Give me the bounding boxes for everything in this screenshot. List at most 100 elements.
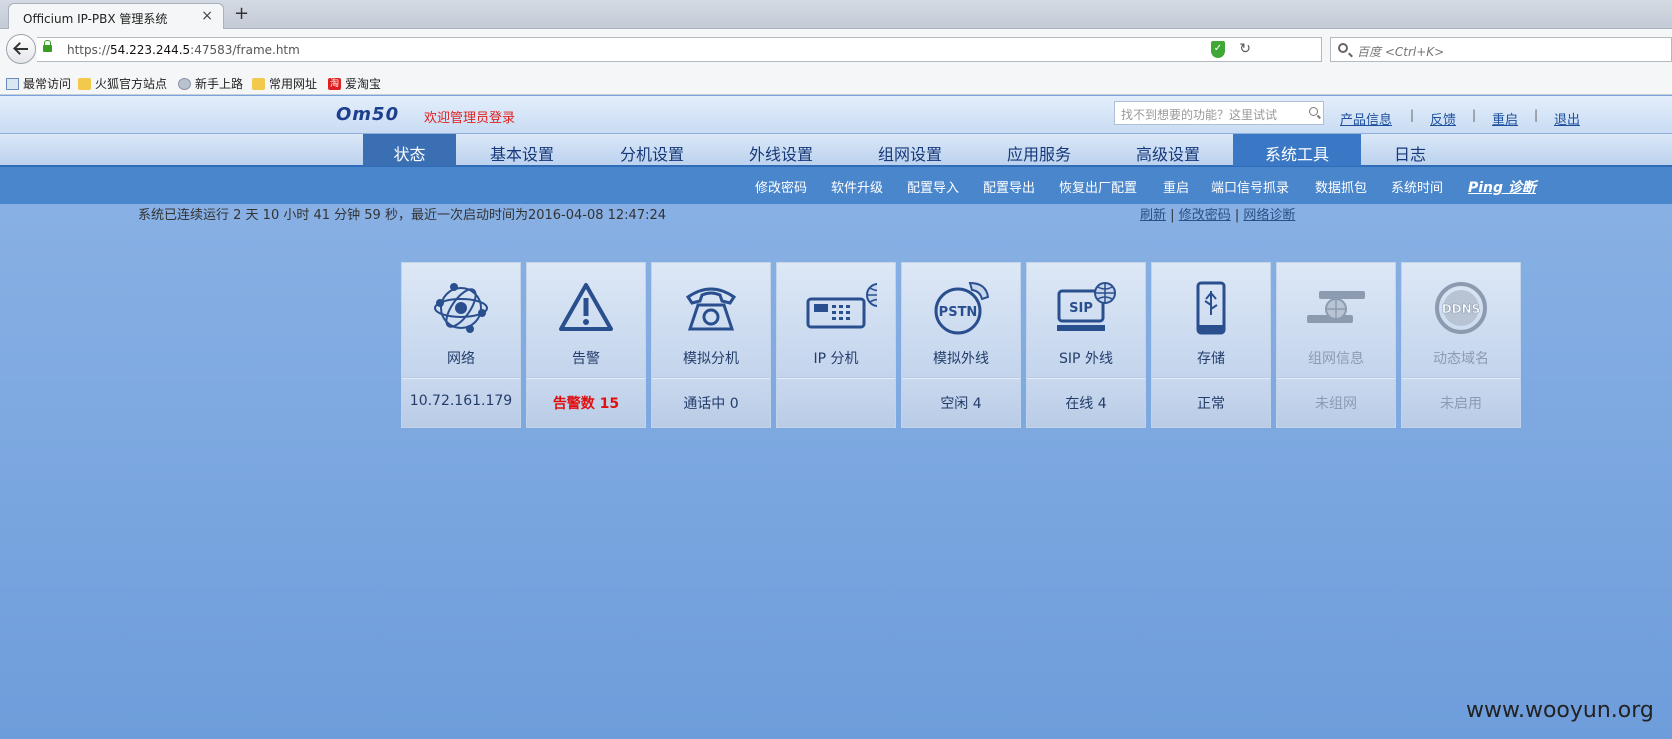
browser-tab[interactable]: Officium IP-PBX 管理系统 ×: [8, 3, 224, 30]
app-header: Om50 欢迎管理员登录 找不到想要的功能？这里试试 产品信息 | 反馈 | 重…: [0, 96, 1672, 133]
tile-header: 网络: [402, 263, 520, 377]
bookmark-common-sites[interactable]: 常用网址: [252, 75, 317, 92]
tab-title: Officium IP-PBX 管理系统: [23, 12, 168, 26]
search-icon: [1338, 43, 1348, 53]
nav-system-tools[interactable]: 系统工具: [1233, 134, 1361, 166]
tile-ddns[interactable]: DDNS 动态域名 未启用: [1401, 262, 1521, 428]
nav-extension-settings[interactable]: 分机设置: [588, 134, 716, 166]
address-bar[interactable]: https://54.223.244.5:47583/frame.htm ✓ ↻: [37, 37, 1322, 62]
network-icon: [434, 283, 488, 333]
tile-label: SIP 外线: [1059, 351, 1113, 367]
nav-trunk-settings[interactable]: 外线设置: [717, 134, 845, 166]
feature-search-placeholder: 找不到想要的功能？这里试试: [1121, 108, 1278, 122]
change-password-link[interactable]: 修改密码: [1179, 208, 1231, 223]
tile-label: 告警: [572, 351, 600, 367]
nav-basic-settings[interactable]: 基本设置: [458, 134, 586, 166]
tile-header: 告警: [527, 263, 645, 377]
back-arrow-icon[interactable]: [6, 34, 36, 64]
search-icon[interactable]: [1309, 107, 1318, 116]
subnav-ping-diagnosis[interactable]: Ping 诊断: [1468, 177, 1536, 197]
subnav-software-upgrade[interactable]: 软件升级: [831, 177, 883, 196]
shield-icon[interactable]: ✓: [1211, 41, 1225, 58]
bookmark-getting-started[interactable]: 新手上路: [178, 75, 243, 92]
tile-footer: 正常: [1152, 378, 1270, 427]
reload-icon[interactable]: ↻: [1239, 41, 1251, 57]
browser-search-input[interactable]: 百度 <Ctrl+K>: [1330, 37, 1672, 62]
taobao-icon: 淘: [328, 77, 341, 90]
sub-navigation: 修改密码 软件升级 配置导入 配置导出 恢复出厂配置 重启 端口信号抓录 数据抓…: [0, 167, 1672, 204]
restart-link[interactable]: 重启: [1492, 109, 1518, 128]
nav-status[interactable]: 状态: [363, 134, 456, 166]
subnav-config-import[interactable]: 配置导入: [907, 177, 959, 196]
tile-ip-extension[interactable]: IP 分机: [776, 262, 896, 428]
subnav-restart[interactable]: 重启: [1163, 177, 1189, 196]
tile-networking-info[interactable]: 组网信息 未组网: [1276, 262, 1396, 428]
product-info-link[interactable]: 产品信息: [1340, 109, 1392, 128]
link-separator: |: [1234, 208, 1240, 223]
subnav-system-time[interactable]: 系统时间: [1391, 177, 1443, 196]
tile-status: 通话中 0: [683, 396, 739, 412]
bookmark-label: 火狐官方站点: [95, 77, 168, 91]
subnav-packet-capture[interactable]: 数据抓包: [1315, 177, 1367, 196]
subnav-change-password[interactable]: 修改密码: [755, 177, 807, 196]
tile-footer: 通话中 0: [652, 378, 770, 427]
network-diagnosis-link[interactable]: 网络诊断: [1243, 208, 1295, 223]
tile-header: 组网信息: [1277, 263, 1395, 377]
feedback-link[interactable]: 反馈: [1430, 109, 1456, 128]
status-content: 系统已连续运行 2 天 10 小时 41 分钟 59 秒，最近一次启动时间为20…: [0, 204, 1672, 739]
tile-header: 存储: [1152, 263, 1270, 377]
tile-label: 网络: [447, 351, 475, 367]
bookmark-firefox-site[interactable]: 火狐官方站点: [78, 75, 167, 92]
usb-storage-icon: [1196, 281, 1226, 335]
subnav-port-signal-capture[interactable]: 端口信号抓录: [1211, 177, 1289, 196]
tile-analog-extension[interactable]: 模拟分机 通话中 0: [651, 262, 771, 428]
tile-header: DDNS 动态域名: [1402, 263, 1520, 377]
nav-advanced-settings[interactable]: 高级设置: [1104, 134, 1232, 166]
lock-icon: [43, 40, 52, 52]
url-path: :47583/frame.htm: [190, 43, 300, 57]
subnav-factory-reset[interactable]: 恢复出厂配置: [1059, 177, 1137, 196]
bookmark-most-visited[interactable]: 最常访问: [6, 75, 71, 92]
new-tab-button[interactable]: +: [234, 3, 249, 24]
link-separator: |: [1534, 108, 1539, 122]
link-separator: |: [1410, 108, 1415, 122]
tile-footer: 未组网: [1277, 378, 1395, 427]
bookmark-taobao[interactable]: 淘 爱淘宝: [328, 75, 381, 92]
sip-icon: SIP: [1057, 282, 1116, 331]
pstn-icon: PSTN: [934, 281, 990, 335]
telephone-icon: [685, 287, 737, 331]
tile-analog-trunk[interactable]: PSTN 模拟外线 空闲 4: [901, 262, 1021, 428]
main-navigation: 状态 基本设置 分机设置 外线设置 组网设置 应用服务 高级设置 系统工具 日志: [0, 133, 1672, 167]
nav-logs[interactable]: 日志: [1345, 134, 1475, 166]
logout-link[interactable]: 退出: [1554, 109, 1580, 128]
globe-icon: [178, 77, 191, 90]
tile-sip-trunk[interactable]: SIP SIP 外线 在线 4: [1026, 262, 1146, 428]
feature-search-input[interactable]: 找不到想要的功能？这里试试: [1114, 101, 1324, 125]
browser-tab-strip: Officium IP-PBX 管理系统 × +: [0, 0, 1672, 30]
uptime-text: 系统已连续运行 2 天 10 小时 41 分钟 59 秒，最近一次启动时间为20…: [138, 208, 667, 223]
tile-alarm[interactable]: 告警 告警数 15: [526, 262, 646, 428]
link-separator: |: [1472, 108, 1477, 122]
nav-app-services[interactable]: 应用服务: [975, 134, 1103, 166]
tile-status: 正常: [1197, 396, 1225, 412]
tile-label: IP 分机: [813, 351, 859, 367]
tile-footer: 未启用: [1402, 378, 1520, 427]
subnav-config-export[interactable]: 配置导出: [983, 177, 1035, 196]
tile-storage[interactable]: 存储 正常: [1151, 262, 1271, 428]
bookmark-label: 爱淘宝: [345, 77, 382, 91]
nav-networking-settings[interactable]: 组网设置: [846, 134, 974, 166]
url-prefix: https://: [67, 43, 111, 57]
tile-footer: 10.72.161.179: [402, 378, 520, 427]
tile-network[interactable]: 网络 10.72.161.179: [401, 262, 521, 428]
tile-footer: 空闲 4: [902, 378, 1020, 427]
bookmark-label: 新手上路: [195, 77, 244, 91]
refresh-link[interactable]: 刷新: [1140, 208, 1166, 223]
tile-status: 未组网: [1315, 396, 1357, 412]
alarm-count: 告警数 15: [552, 396, 620, 412]
close-tab-icon[interactable]: ×: [201, 8, 213, 24]
tile-footer: 在线 4: [1027, 378, 1145, 427]
browser-search-placeholder: 百度 <Ctrl+K>: [1357, 45, 1445, 59]
warning-icon: [559, 283, 613, 331]
url-host: 54.223.244.5: [110, 43, 191, 57]
pstn-text: PSTN: [939, 305, 978, 320]
